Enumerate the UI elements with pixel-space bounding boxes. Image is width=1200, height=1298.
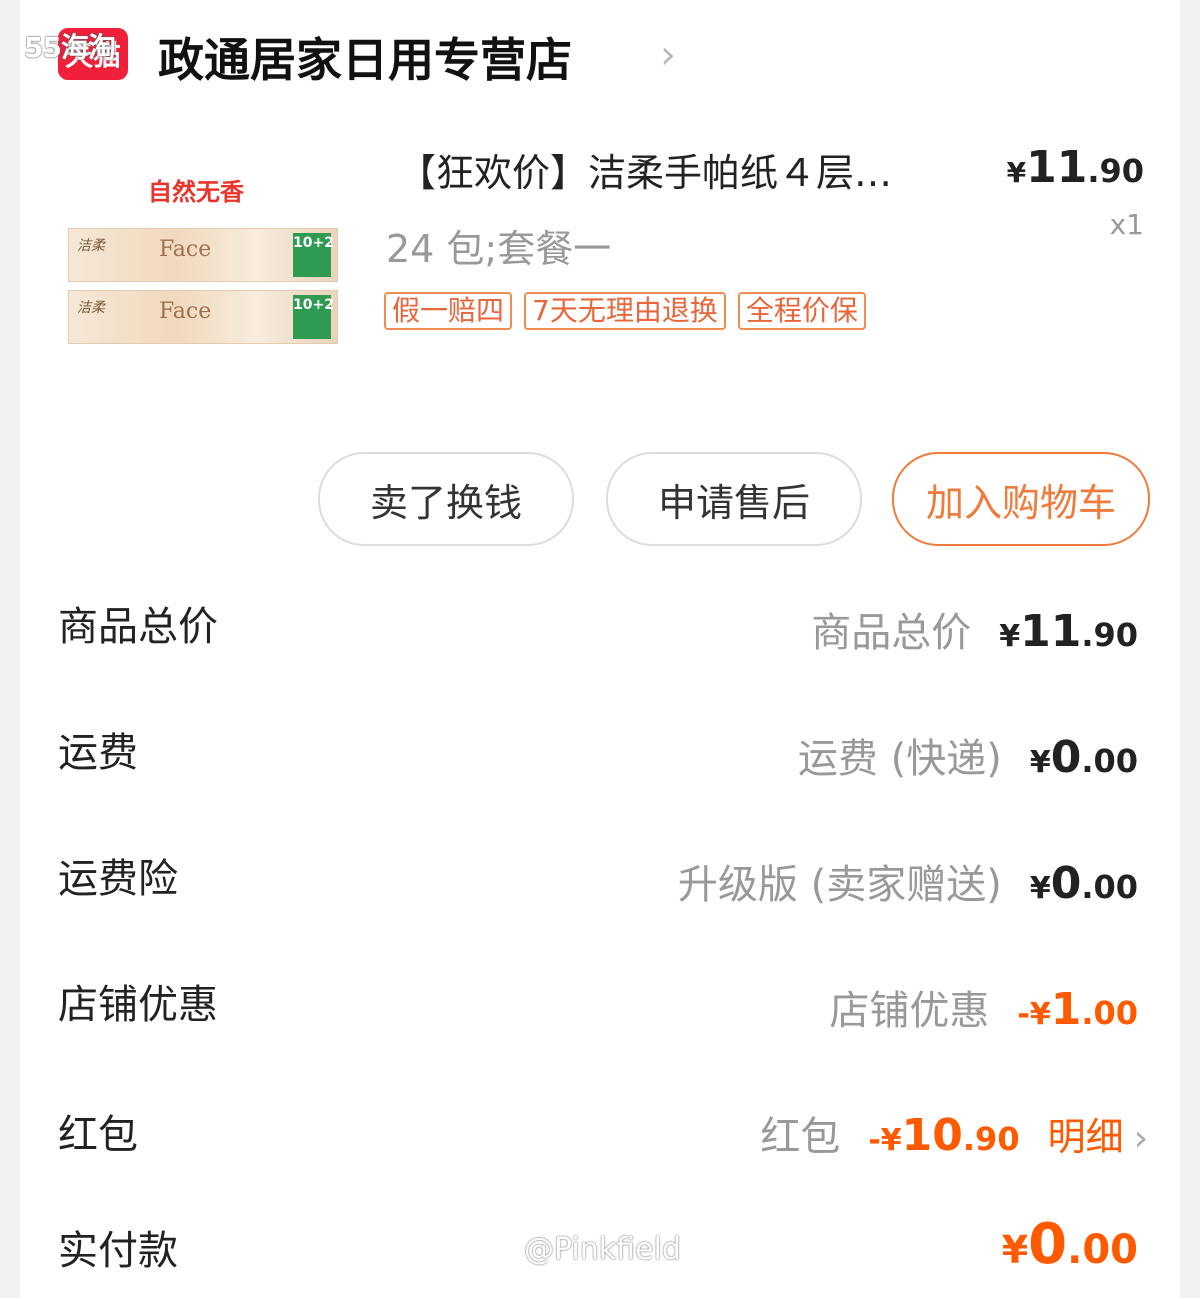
- shipping-desc: 运费 (快递): [797, 736, 1002, 782]
- sell-button[interactable]: 卖了换钱: [318, 452, 574, 546]
- tag-price-protection: 全程价保: [737, 292, 866, 330]
- product-quantity: x1: [1109, 208, 1144, 241]
- tag-fake-compensation: 假一赔四: [384, 292, 513, 330]
- red-packet-detail-link[interactable]: 明细: [1048, 1106, 1124, 1161]
- shop-discount-label: 店铺优惠: [58, 982, 218, 1028]
- paid-value-group: ¥0.00: [1002, 1212, 1138, 1277]
- watermark: 55海淘: [24, 31, 116, 64]
- tissue-pack: 洁柔 Face 10+2: [68, 228, 338, 282]
- product-title[interactable]: 【狂欢价】洁柔手帕纸４层…: [398, 142, 892, 197]
- goods-total-label: 商品总价: [58, 604, 218, 650]
- goods-total-value-group: 商品总价 ¥11.90: [811, 600, 1138, 658]
- product-price: ¥11.90: [1006, 142, 1144, 193]
- chevron-right-icon[interactable]: ›: [1134, 1118, 1148, 1159]
- shipping-amount: ¥0.00: [1029, 732, 1138, 783]
- tag-7day-return: 7天无理由退换: [524, 292, 726, 330]
- add-to-cart-button[interactable]: 加入购物车: [892, 452, 1150, 546]
- red-packet-value-group[interactable]: 红包 -¥10.90 明细 ›: [760, 1104, 1148, 1162]
- shop-discount-value-group: 店铺优惠 -¥1.00: [829, 978, 1138, 1036]
- goods-total-amount: ¥11.90: [999, 606, 1138, 657]
- shipping-value-group: 运费 (快递) ¥0.00: [798, 726, 1138, 784]
- insurance-label: 运费险: [58, 856, 178, 902]
- shop-discount-desc: 店铺优惠: [829, 988, 990, 1034]
- product-spec: 24 包;套餐一: [386, 227, 612, 271]
- tissue-pack: 洁柔 Face 10+2: [68, 290, 338, 344]
- product-image-tag: 自然无香: [148, 178, 244, 206]
- service-tags: 假一赔四 7天无理由退换 全程价保: [384, 292, 866, 330]
- paid-label: 实付款: [58, 1228, 178, 1274]
- aftersale-button[interactable]: 申请售后: [606, 452, 862, 546]
- goods-total-desc: 商品总价: [811, 610, 972, 656]
- watermark-credit: @Pinkfield: [524, 1232, 681, 1267]
- shop-discount-amount: -¥1.00: [1017, 984, 1138, 1035]
- insurance-amount: ¥0.00: [1029, 858, 1138, 909]
- shipping-label: 运费: [58, 730, 138, 776]
- shop-name[interactable]: 政通居家日用专营店: [158, 24, 572, 90]
- insurance-value-group: 升级版 (卖家赠送) ¥0.00: [678, 852, 1138, 910]
- red-packet-desc: 红包: [760, 1114, 841, 1160]
- paid-amount: ¥0.00: [1001, 1212, 1138, 1277]
- product-image[interactable]: 自然无香 洁柔 Face 10+2 洁柔 Face 10+2: [58, 150, 348, 390]
- red-packet-amount: -¥10.90: [868, 1110, 1020, 1161]
- insurance-desc: 升级版 (卖家赠送): [677, 862, 1002, 908]
- red-packet-label: 红包: [58, 1112, 138, 1158]
- chevron-right-icon[interactable]: ›: [660, 32, 676, 78]
